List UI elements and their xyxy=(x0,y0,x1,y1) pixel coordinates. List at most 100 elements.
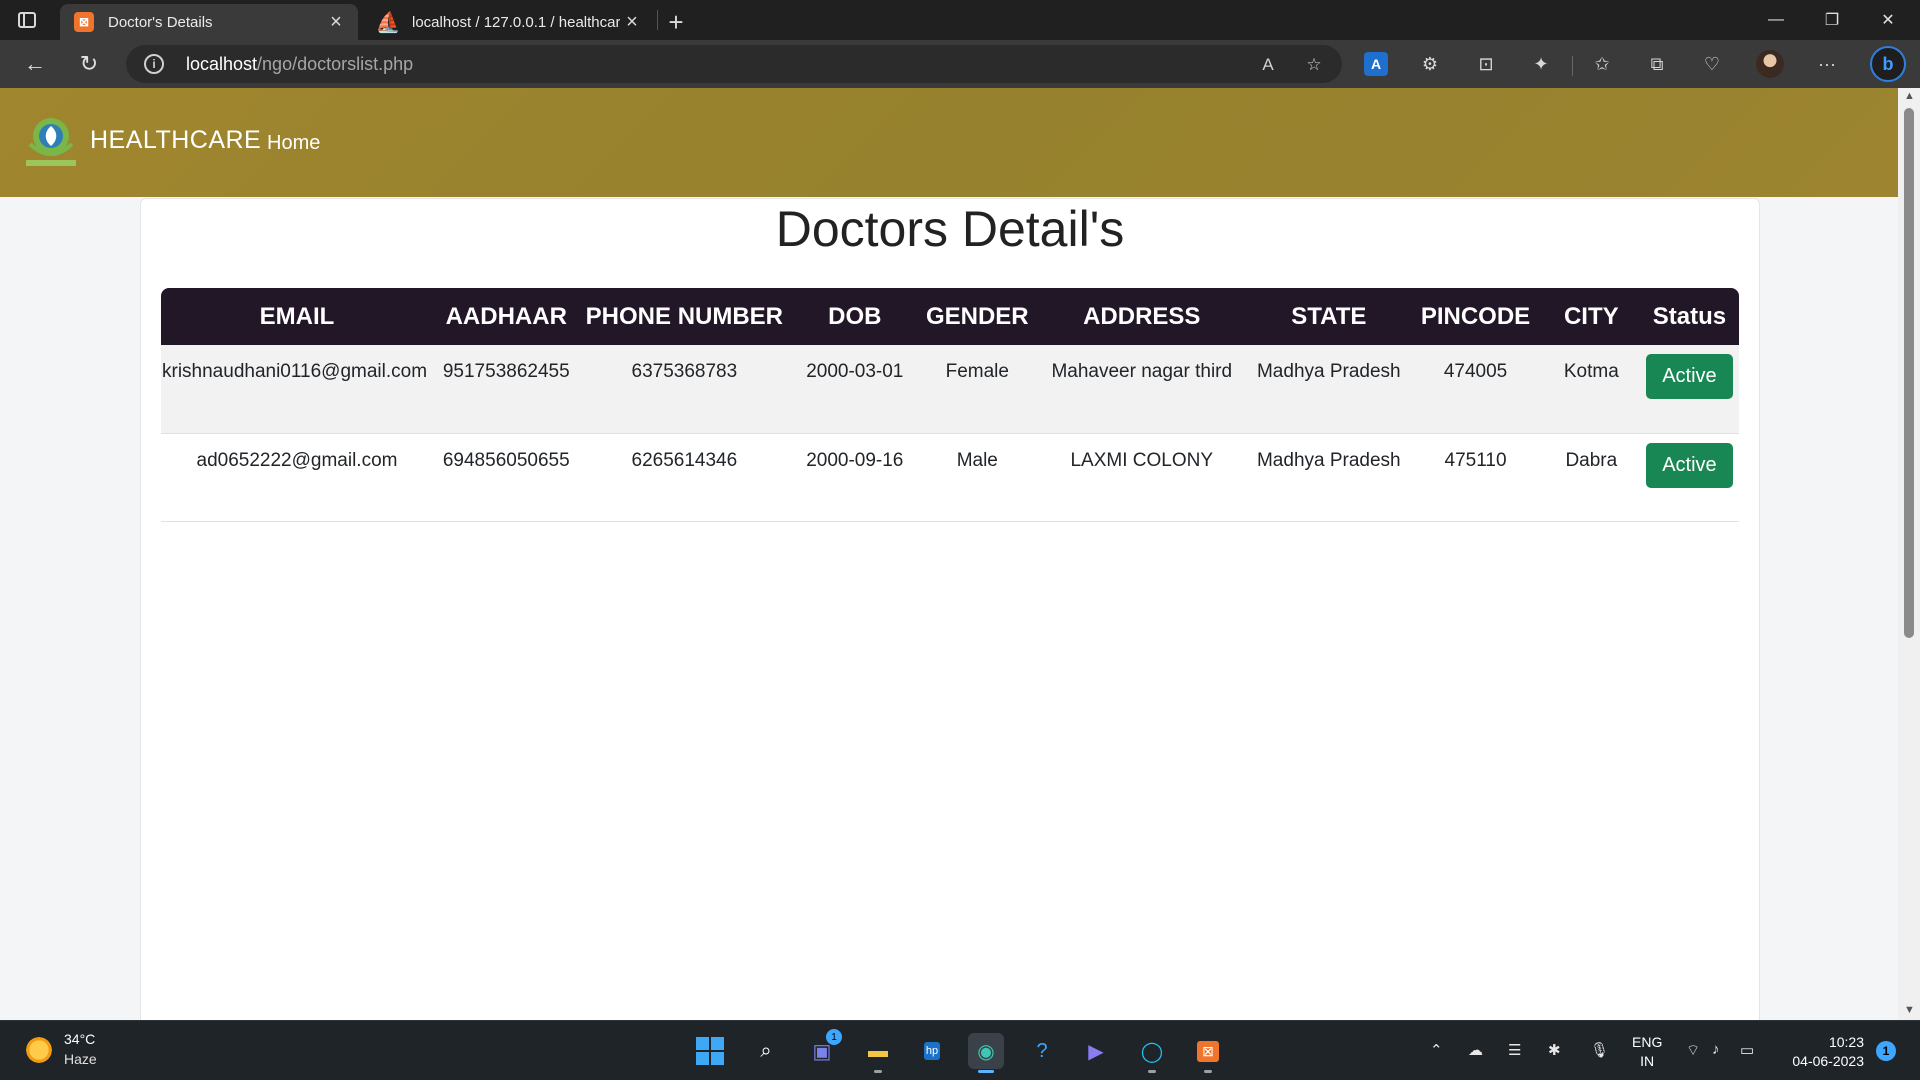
col-pincode: PINCODE xyxy=(1420,302,1531,330)
read-aloud-icon[interactable]: A xyxy=(1256,53,1280,77)
nav-home-link[interactable]: Home xyxy=(267,132,320,155)
tab-doctors-details[interactable]: ⊠ Doctor's Details × xyxy=(60,4,358,40)
dob-cell: 2000-09-16 xyxy=(789,433,921,522)
myhp-icon[interactable]: hp xyxy=(914,1033,950,1069)
status-cell: Active xyxy=(1639,433,1739,522)
task-manager-icon[interactable]: ☰ xyxy=(1508,1041,1521,1059)
browser-essentials-icon[interactable]: ♡ xyxy=(1698,50,1726,78)
weather-icon[interactable] xyxy=(24,1035,54,1065)
healthcare-logo-icon[interactable] xyxy=(22,114,80,170)
page-scrollbar[interactable]: ▲ ▼ xyxy=(1898,88,1920,1020)
show-hidden-icons[interactable]: ⌃ xyxy=(1430,1041,1443,1059)
pincode-cell: 475110 xyxy=(1408,433,1543,522)
state-cell: Madhya Pradesh xyxy=(1249,345,1409,434)
browser-tab-strip: ⊠ Doctor's Details × ⛵ localhost / 127.0… xyxy=(0,0,1920,40)
xampp-taskbar-icon[interactable]: ⊠ xyxy=(1190,1033,1226,1073)
gender-cell: Female xyxy=(920,345,1035,434)
weather-description[interactable]: Haze xyxy=(64,1051,97,1067)
phpmyadmin-icon: ⛵ xyxy=(375,11,401,34)
tab-title: localhost / 127.0.0.1 / healthcare xyxy=(412,13,620,31)
bing-copilot-icon[interactable]: b xyxy=(1870,46,1906,82)
close-tab-icon[interactable]: × xyxy=(324,10,348,34)
clock[interactable]: 10:23 04-06-2023 xyxy=(1782,1033,1864,1071)
close-tab-icon[interactable]: × xyxy=(620,10,644,34)
file-explorer-icon[interactable]: ▬ xyxy=(860,1033,896,1073)
extensions-icon[interactable]: ✦ xyxy=(1527,50,1555,78)
refresh-icon[interactable]: ↻ xyxy=(72,48,106,80)
email-cell: krishnaudhani0116@gmail.com xyxy=(161,345,433,434)
weather-temperature[interactable]: 34°C xyxy=(64,1031,95,1047)
table-row: ad0652222@gmail.com 694856050655 6265614… xyxy=(161,433,1739,522)
scroll-thumb[interactable] xyxy=(1904,108,1914,638)
translate-icon[interactable]: A xyxy=(1364,52,1388,76)
col-city: CITY xyxy=(1563,302,1619,330)
tab-actions-icon[interactable] xyxy=(16,9,38,31)
edge-icon[interactable]: ◉ xyxy=(968,1033,1004,1073)
url-text[interactable]: localhost/ngo/doctorslist.php xyxy=(186,54,413,75)
table-row: krishnaudhani0116@gmail.com 951753862455… xyxy=(161,345,1739,434)
language-indicator[interactable]: ENG IN xyxy=(1632,1033,1662,1071)
address-bar[interactable]: i localhost/ngo/doctorslist.php A ☆ xyxy=(126,45,1342,83)
gender-cell: Male xyxy=(920,433,1035,522)
media-player-icon[interactable]: ▶ xyxy=(1078,1033,1114,1069)
col-email: EMAIL xyxy=(259,302,335,330)
minimize-icon[interactable]: — xyxy=(1748,0,1804,40)
profile-avatar[interactable] xyxy=(1756,50,1784,78)
site-navbar: HEALTHCARE Home xyxy=(0,88,1898,197)
table-header-row: EMAIL AADHAAR PHONE NUMBER DOB GENDER AD… xyxy=(161,288,1739,345)
col-aadhaar: AADHAAR xyxy=(445,302,567,330)
state-cell: Madhya Pradesh xyxy=(1249,433,1409,522)
add-favorite-icon[interactable]: ☆ xyxy=(1302,53,1326,77)
tab-title: Doctor's Details xyxy=(108,13,213,31)
aadhaar-cell: 951753862455 xyxy=(433,345,580,434)
city-cell: Kotma xyxy=(1542,345,1640,434)
more-options-icon[interactable]: ··· xyxy=(1813,50,1841,78)
new-tab-icon[interactable]: + xyxy=(662,7,690,37)
microphone-icon[interactable]: 🎙 xyxy=(1590,1041,1609,1059)
col-phone: PHONE NUMBER xyxy=(585,302,784,330)
status-active-button[interactable]: Active xyxy=(1646,442,1733,488)
phone-cell: 6375368783 xyxy=(579,345,790,434)
col-dob: DOB xyxy=(828,302,882,330)
address-cell: Mahaveer nagar third xyxy=(1034,345,1250,434)
battery-icon[interactable]: ▭ xyxy=(1740,1041,1754,1059)
col-state: STATE xyxy=(1291,302,1367,330)
dropbox-icon[interactable]: ✱ xyxy=(1548,1041,1561,1059)
dob-cell: 2000-03-01 xyxy=(789,345,921,434)
collections-icon[interactable]: ⧉ xyxy=(1643,50,1671,78)
search-icon[interactable]: ⌕ xyxy=(748,1033,784,1069)
aadhaar-cell: 694856050655 xyxy=(433,433,580,522)
col-gender: GENDER xyxy=(925,302,1029,330)
doctors-table: EMAIL AADHAAR PHONE NUMBER DOB GENDER AD… xyxy=(161,288,1739,522)
onedrive-icon[interactable]: ☁ xyxy=(1468,1041,1483,1059)
back-icon[interactable]: ← xyxy=(18,48,52,80)
pincode-cell: 474005 xyxy=(1408,345,1543,434)
email-cell: ad0652222@gmail.com xyxy=(161,433,433,522)
wifi-icon[interactable]: ⌔ xyxy=(1686,1041,1700,1060)
address-cell: LAXMI COLONY xyxy=(1034,433,1250,522)
teams-icon[interactable]: ▣ 1 xyxy=(804,1029,842,1069)
get-help-icon[interactable]: ? xyxy=(1024,1033,1060,1069)
col-address: ADDRESS xyxy=(1083,302,1201,330)
xampp-icon: ⊠ xyxy=(74,12,94,32)
scroll-up-icon[interactable]: ▲ xyxy=(1904,90,1915,102)
volume-icon[interactable]: ♪ xyxy=(1712,1041,1720,1058)
page-title: Doctors Detail's xyxy=(775,201,1125,257)
screenshot-icon[interactable]: ⊡ xyxy=(1472,50,1500,78)
extension-icon[interactable]: ⚙ xyxy=(1416,50,1444,78)
status-cell: Active xyxy=(1639,345,1739,434)
status-active-button[interactable]: Active xyxy=(1646,354,1733,399)
notification-badge[interactable]: 1 xyxy=(1876,1041,1896,1061)
favorites-icon[interactable]: ✩ xyxy=(1588,50,1616,78)
close-window-icon[interactable]: ✕ xyxy=(1860,0,1916,40)
scroll-down-icon[interactable]: ▼ xyxy=(1904,1004,1915,1016)
col-status: Status xyxy=(1652,302,1727,330)
restore-icon[interactable]: ❐ xyxy=(1804,0,1860,40)
site-brand[interactable]: HEALTHCARE xyxy=(90,126,261,155)
tab-phpmyadmin[interactable]: ⛵ localhost / 127.0.0.1 / healthcare × xyxy=(364,4,654,40)
site-info-icon[interactable]: i xyxy=(144,54,164,74)
phone-cell: 6265614346 xyxy=(579,433,790,522)
tab-divider xyxy=(657,10,658,30)
cortana-icon[interactable]: ◯ xyxy=(1134,1033,1170,1073)
start-icon[interactable] xyxy=(692,1033,728,1069)
